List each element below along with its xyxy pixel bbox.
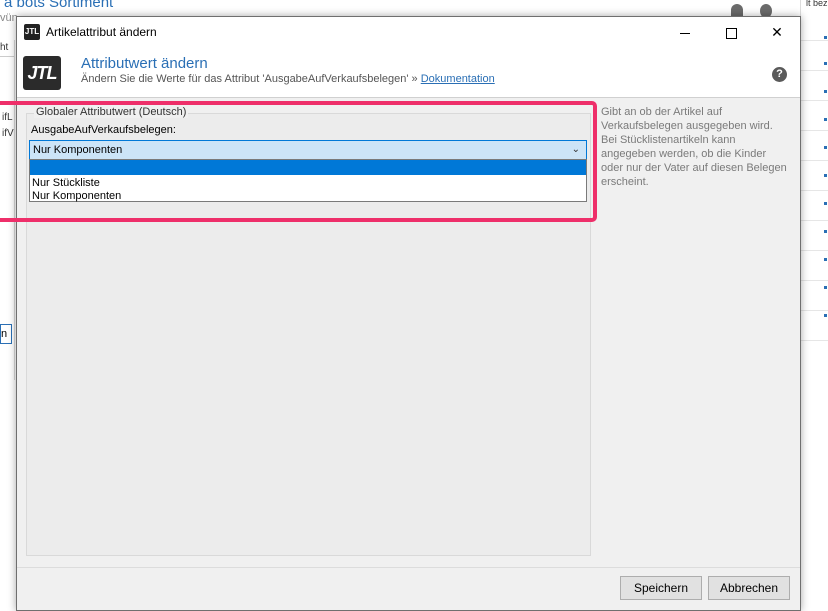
background-row-line [801, 100, 828, 101]
jtl-logo: JTL [23, 56, 61, 90]
save-button[interactable]: Speichern [620, 576, 702, 600]
documentation-link[interactable]: Dokumentation [421, 73, 495, 85]
background-marker [824, 36, 827, 39]
close-button[interactable]: ✕ [754, 17, 800, 47]
background-marker [824, 230, 827, 233]
background-marker [824, 90, 827, 93]
background-left-button[interactable]: ht [0, 42, 14, 57]
background-row-line [801, 70, 828, 71]
header-title: Attributwert ändern [81, 55, 208, 72]
app-logo-icon: JTL [24, 24, 40, 40]
highlight-frame [0, 101, 597, 222]
link-prefix: » [411, 73, 418, 85]
background-marker [824, 146, 827, 149]
background-row-line [801, 280, 828, 281]
background-marker [824, 286, 827, 289]
background-row-line [801, 310, 828, 311]
maximize-button[interactable] [708, 17, 754, 47]
window-title: Artikelattribut ändern [46, 25, 157, 39]
background-row-line [801, 190, 828, 191]
header-subtitle-text: Ändern Sie die Werte für das Attribut 'A… [81, 73, 409, 85]
background-marker [824, 174, 827, 177]
background-title: a bots Sortiment [4, 0, 114, 11]
cancel-button[interactable]: Abbrechen [708, 576, 790, 600]
dialog-header: JTL Attributwert ändern Ändern Sie die W… [17, 47, 800, 98]
background-row-line [801, 40, 828, 41]
header-subtitle: Ändern Sie die Werte für das Attribut 'A… [81, 73, 495, 85]
background-row-line [801, 130, 828, 131]
background-marker [824, 202, 827, 205]
background-marker [824, 62, 827, 65]
background-right-text: lt bez [806, 0, 828, 8]
close-icon: ✕ [771, 24, 783, 40]
background-row-line [801, 220, 828, 221]
background-row-line [801, 160, 828, 161]
background-marker [824, 118, 827, 121]
title-bar[interactable]: JTL Artikelattribut ändern ✕ [17, 17, 800, 47]
minimize-icon [680, 32, 690, 34]
footer-divider [17, 567, 800, 568]
background-marker [824, 258, 827, 261]
background-row-line [801, 250, 828, 251]
attribute-description: Gibt an ob der Artikel auf Verkaufsbeleg… [601, 106, 787, 188]
background-row-line [801, 340, 828, 341]
help-icon[interactable]: ? [772, 67, 787, 82]
background-marker [824, 314, 827, 317]
maximize-icon [725, 27, 737, 39]
minimize-button[interactable] [662, 17, 708, 47]
background-left-field[interactable]: n [0, 324, 12, 344]
